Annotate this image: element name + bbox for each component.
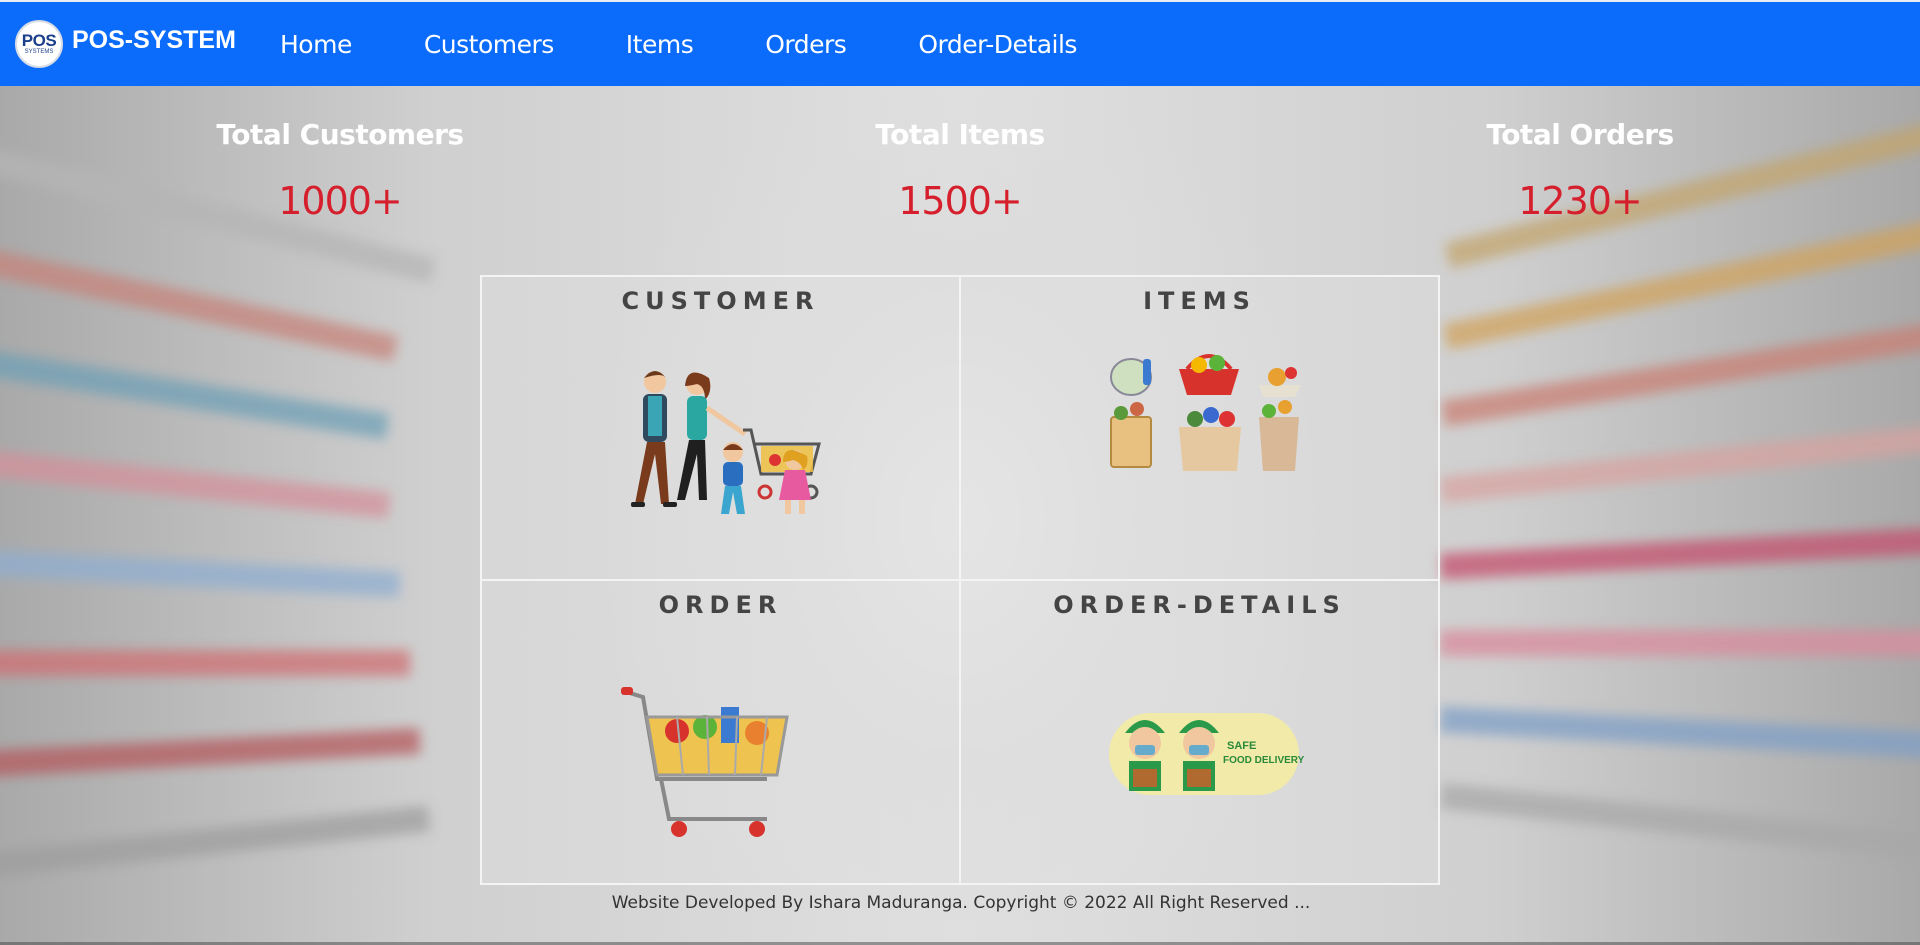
navbar: POS SYSTEMS POS-SYSTEM Home Customers It… [0, 2, 1920, 86]
card-title: ITEMS [1143, 287, 1256, 315]
card-title: ORDER [658, 591, 783, 619]
stat-total-orders: Total Orders 1230+ [1400, 118, 1760, 223]
stat-label: Total Orders [1486, 118, 1674, 151]
stat-label: Total Items [875, 118, 1045, 151]
stat-label: Total Customers [216, 118, 464, 151]
family-shopping-icon [631, 371, 821, 514]
stat-total-customers: Total Customers 1000+ [160, 118, 520, 223]
nav-link-customers[interactable]: Customers [424, 30, 554, 59]
brand-name[interactable]: POS-SYSTEM [72, 26, 236, 55]
stat-total-items: Total Items 1500+ [780, 118, 1140, 223]
dashboard-grid: CUSTOMER ITEMS ORDER ORDER-DETAILS SAFE … [480, 275, 1440, 885]
logo-subtext: SYSTEMS [24, 48, 54, 55]
site-footer: Website Developed By Ishara Maduranga. C… [0, 893, 1920, 913]
nav-links: Home Customers Items Orders Order-Detail… [280, 30, 1149, 59]
nav-link-items[interactable]: Items [626, 30, 694, 59]
card-title: ORDER-DETAILS [1053, 591, 1346, 619]
logo-text: POS [21, 30, 57, 50]
customer-card[interactable]: CUSTOMER [481, 276, 960, 580]
stat-value: 1230+ [1518, 179, 1643, 223]
footer-copyright: Website Developed By Ishara Maduranga. C… [611, 893, 1311, 913]
order-details-card[interactable]: ORDER-DETAILS SAFE FOOD DELIVERY [960, 580, 1439, 884]
items-card[interactable]: ITEMS [960, 276, 1439, 580]
nav-link-orders[interactable]: Orders [765, 30, 847, 59]
svg-text:SAFE: SAFE [1227, 740, 1256, 752]
pos-logo[interactable]: POS SYSTEMS [15, 20, 63, 68]
card-title: CUSTOMER [621, 287, 820, 315]
grocery-items-icon [1110, 354, 1301, 471]
stat-value: 1500+ [898, 179, 1023, 223]
svg-text:FOOD DELIVERY: FOOD DELIVERY [1223, 755, 1305, 766]
nav-link-home[interactable]: Home [280, 30, 352, 59]
food-delivery-icon: SAFE FOOD DELIVERY [1109, 713, 1305, 795]
shopping-cart-icon [621, 687, 789, 837]
nav-link-order-details[interactable]: Order-Details [918, 30, 1077, 59]
stat-value: 1000+ [278, 179, 403, 223]
order-card[interactable]: ORDER [481, 580, 960, 884]
